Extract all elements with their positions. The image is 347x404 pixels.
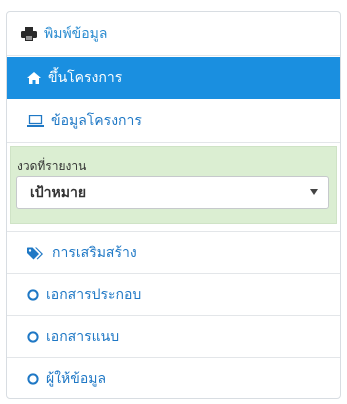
divider [7, 273, 340, 274]
report-period-box: งวดที่รายงาน เป้าหมาย [10, 146, 337, 224]
laptop-icon [27, 115, 44, 127]
printer-icon [21, 26, 37, 41]
print-label: พิมพ์ข้อมูล [44, 25, 108, 42]
report-period-label: งวดที่รายงาน [17, 159, 87, 173]
divider [7, 142, 340, 143]
chevron-down-icon [310, 189, 318, 195]
menu-item-supporting-docs[interactable]: เอกสารประกอบ [7, 275, 340, 315]
menu-item-label: ข้อมูลโครงการ [51, 113, 142, 129]
divider [7, 315, 340, 316]
circle-icon [27, 289, 39, 301]
divider [7, 55, 340, 56]
circle-icon [27, 373, 39, 385]
menu-item-attachments[interactable]: เอกสารแนบ [7, 317, 340, 357]
print-button[interactable]: พิมพ์ข้อมูล [7, 12, 340, 55]
circle-icon [27, 331, 39, 343]
report-period-value: เป้าหมาย [30, 184, 87, 201]
report-period-select[interactable]: เป้าหมาย [16, 176, 329, 209]
menu-item-label: การเสริมสร้าง [52, 245, 137, 261]
menu-item-strengthening[interactable]: การเสริมสร้าง [7, 233, 340, 273]
menu-item-project-info[interactable]: ข้อมูลโครงการ [7, 100, 340, 142]
tags-icon [27, 247, 45, 260]
divider [7, 357, 340, 358]
menu-item-label: เอกสารแนบ [46, 329, 120, 345]
menu-item-informant[interactable]: ผู้ให้ข้อมูล [7, 359, 340, 398]
sidebar-panel: พิมพ์ข้อมูล ขึ้นโครงการ ข้อมูลโครงการ งว… [6, 11, 341, 399]
menu-item-label: ผู้ให้ข้อมูล [46, 371, 107, 387]
menu-item-project-setup[interactable]: ขึ้นโครงการ [7, 57, 340, 99]
menu-item-label: ขึ้นโครงการ [48, 70, 123, 86]
divider [7, 231, 340, 232]
home-icon [27, 72, 41, 84]
menu-item-label: เอกสารประกอบ [46, 287, 142, 303]
